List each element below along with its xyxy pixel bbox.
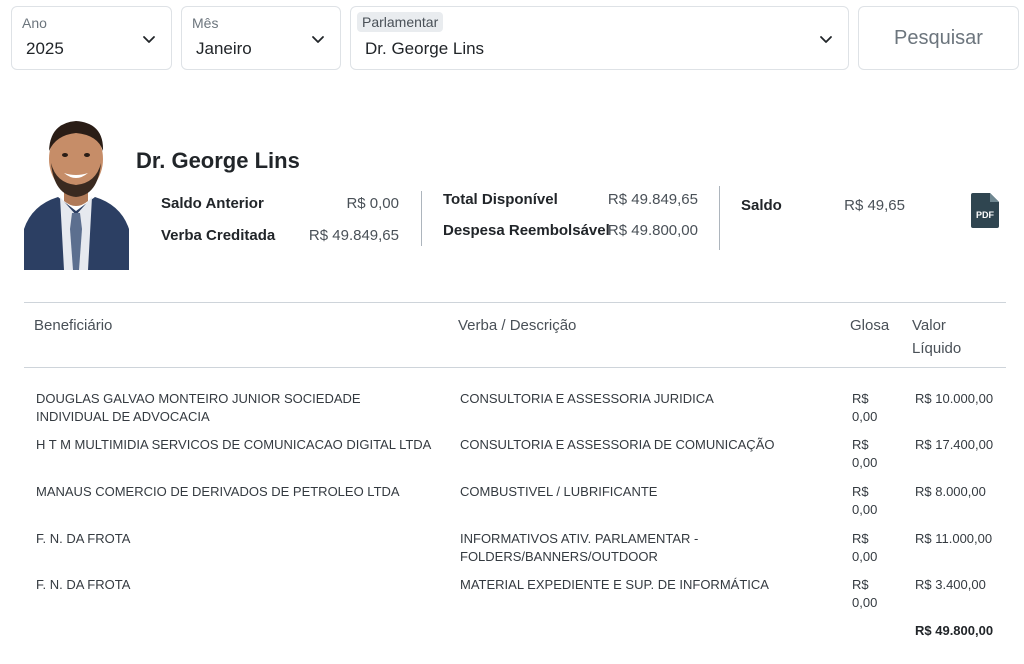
- saldo-anterior-value: R$ 0,00: [346, 195, 399, 212]
- header-verba: Verba / Descrição: [458, 317, 577, 334]
- table-top-border: [24, 302, 1006, 303]
- valor-cell: R$ 8.000,00: [915, 484, 986, 499]
- table-row: H T M MULTIMIDIA SERVICOS DE COMUNICACAO…: [0, 436, 1024, 482]
- parlamentar-value: Dr. George Lins: [365, 39, 485, 58]
- parlamentar-select[interactable]: Parlamentar Dr. George Lins: [350, 6, 849, 70]
- parlamentar-label: Parlamentar: [357, 12, 444, 32]
- verba-cell: COMBUSTIVEL / LUBRIFICANTE: [460, 484, 658, 499]
- chevron-down-icon: [312, 36, 324, 43]
- header-valor-line1: Valor: [912, 317, 946, 334]
- valor-cell: R$ 3.400,00: [915, 577, 986, 592]
- glosa-cell: R$ 0,00: [852, 531, 878, 564]
- table-header-border: [24, 367, 1006, 368]
- header-valor-line2: Líquido: [912, 340, 962, 357]
- chevron-down-icon: [820, 36, 832, 43]
- chevron-down-icon: [143, 36, 155, 43]
- ano-select[interactable]: Ano 2025: [11, 6, 172, 70]
- parliamentarian-name: Dr. George Lins: [136, 148, 300, 173]
- table-row: F. N. DA FROTA MATERIAL EXPEDIENTE E SUP…: [0, 576, 1024, 622]
- saldo-anterior-label: Saldo Anterior: [161, 195, 264, 212]
- glosa-cell: R$ 0,00: [852, 484, 878, 517]
- verba-cell: INFORMATIVOS ATIV. PARLAMENTAR - FOLDERS…: [460, 531, 699, 564]
- total-disponivel-label: Total Disponível: [443, 191, 558, 208]
- verba-cell: CONSULTORIA E ASSESSORIA DE COMUNICAÇÃO: [460, 437, 775, 452]
- glosa-cell: R$ 0,00: [852, 437, 878, 470]
- beneficiario-cell: F. N. DA FROTA: [36, 577, 131, 592]
- valor-cell: R$ 10.000,00: [915, 391, 994, 406]
- mes-select[interactable]: Mês Janeiro: [181, 6, 341, 70]
- pdf-file-icon[interactable]: PDF: [971, 193, 999, 228]
- table-row: MANAUS COMERCIO DE DERIVADOS DE PETROLEO…: [0, 483, 1024, 529]
- parliamentarian-photo: [24, 117, 129, 270]
- verba-cell: MATERIAL EXPEDIENTE E SUP. DE INFORMÁTIC…: [460, 577, 769, 592]
- saldo-value: R$ 49,65: [844, 197, 905, 214]
- summary-divider: [421, 191, 422, 246]
- despesa-reembolsavel-value: R$ 49.800,00: [607, 222, 698, 239]
- verba-cell: CONSULTORIA E ASSESSORIA JURIDICA: [460, 391, 714, 406]
- header-glosa: Glosa: [850, 317, 890, 334]
- table-total: R$ 49.800,00: [915, 623, 994, 638]
- despesa-reembolsavel-label: Despesa Reembolsável: [443, 222, 610, 239]
- valor-cell: R$ 11.000,00: [915, 531, 993, 546]
- verba-creditada-value: R$ 49.849,65: [308, 227, 399, 244]
- ano-value: 2025: [26, 39, 64, 58]
- summary-divider: [719, 186, 720, 250]
- table-row: F. N. DA FROTA INFORMATIVOS ATIV. PARLAM…: [0, 530, 1024, 576]
- header-valor-liquido: Valor Líquido: [912, 314, 961, 360]
- ano-label: Ano: [22, 15, 47, 31]
- valor-cell: R$ 17.400,00: [915, 437, 994, 452]
- beneficiario-cell: DOUGLAS GALVAO MONTEIRO JUNIOR SOCIEDADE…: [36, 391, 361, 424]
- glosa-cell: R$ 0,00: [852, 391, 878, 424]
- total-disponivel-value: R$ 49.849,65: [607, 191, 698, 208]
- beneficiario-cell: MANAUS COMERCIO DE DERIVADOS DE PETROLEO…: [36, 484, 400, 499]
- mes-value: Janeiro: [196, 39, 252, 58]
- beneficiario-cell: F. N. DA FROTA: [36, 531, 131, 546]
- header-beneficiario: Beneficiário: [34, 317, 113, 334]
- beneficiario-cell: H T M MULTIMIDIA SERVICOS DE COMUNICACAO…: [36, 437, 432, 452]
- search-button[interactable]: Pesquisar: [858, 6, 1019, 70]
- table-row: DOUGLAS GALVAO MONTEIRO JUNIOR SOCIEDADE…: [0, 390, 1024, 436]
- glosa-cell: R$ 0,00: [852, 577, 878, 610]
- svg-text:PDF: PDF: [976, 210, 995, 220]
- mes-label: Mês: [192, 15, 219, 31]
- saldo-label: Saldo: [741, 197, 782, 214]
- verba-creditada-label: Verba Creditada: [161, 227, 276, 244]
